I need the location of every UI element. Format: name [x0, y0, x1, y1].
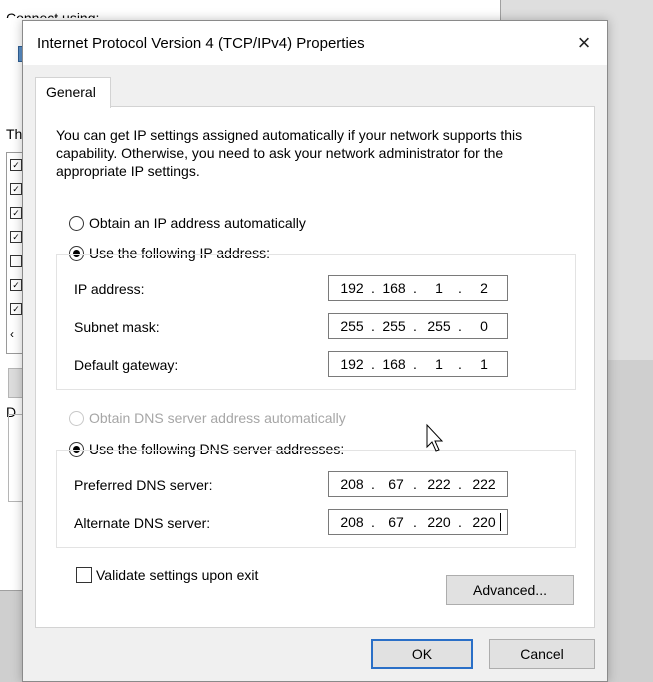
subnet-mask-label: Subnet mask:: [74, 319, 160, 335]
radio-obtain-dns-auto[interactable]: Obtain DNS server address automatically: [69, 410, 346, 426]
alternate-dns-field[interactable]: 208 . 67 . 220 . 220: [328, 509, 508, 535]
scroll-left-icon: ‹: [10, 327, 14, 341]
ip-settings-group: IP address: 192 . 168 . 1 . 2 Subnet mas…: [56, 254, 576, 390]
title-bar: Internet Protocol Version 4 (TCP/IPv4) P…: [23, 21, 607, 65]
radio-obtain-ip-auto-label: Obtain an IP address automatically: [89, 215, 306, 231]
bg-checkbox: ✓: [10, 303, 22, 315]
bg-checkbox: ✓: [10, 159, 22, 171]
default-gateway-field[interactable]: 192 . 168 . 1 . 1: [328, 351, 508, 377]
cancel-button[interactable]: Cancel: [489, 639, 595, 669]
bg-checkbox: ✓: [10, 207, 22, 219]
subnet-mask-field[interactable]: 255 . 255 . 255 . 0: [328, 313, 508, 339]
alternate-dns-label: Alternate DNS server:: [74, 515, 211, 531]
validate-settings-label: Validate settings upon exit: [96, 567, 259, 583]
bg-this-connection-text: Th: [6, 126, 23, 142]
default-gateway-label: Default gateway:: [74, 357, 179, 373]
close-icon[interactable]: ×: [561, 21, 607, 65]
radio-icon[interactable]: [69, 215, 84, 231]
checkbox-icon[interactable]: [76, 567, 92, 583]
advanced-button[interactable]: Advanced...: [446, 575, 574, 605]
tab-general-label: General: [46, 84, 96, 100]
description-text: You can get IP settings assigned automat…: [56, 127, 523, 179]
text-caret: [500, 513, 501, 531]
validate-settings-checkbox[interactable]: Validate settings upon exit: [76, 567, 258, 583]
radio-disabled-icon[interactable]: [69, 410, 84, 426]
preferred-dns-field[interactable]: 208 . 67 . 222 . 222: [328, 471, 508, 497]
bg-checkbox: ✓: [10, 231, 22, 243]
preferred-dns-label: Preferred DNS server:: [74, 477, 213, 493]
dialog-title: Internet Protocol Version 4 (TCP/IPv4) P…: [37, 35, 365, 52]
bg-checkbox: ✓: [10, 183, 22, 195]
ipv4-properties-dialog: Internet Protocol Version 4 (TCP/IPv4) P…: [22, 20, 608, 682]
dns-settings-group: Preferred DNS server: 208 . 67 . 222 . 2…: [56, 450, 576, 548]
bg-checkbox-empty: [10, 255, 22, 267]
ip-address-field[interactable]: 192 . 168 . 1 . 2: [328, 275, 508, 301]
radio-obtain-dns-auto-label: Obtain DNS server address automatically: [89, 410, 346, 426]
bg-checkbox: ✓: [10, 279, 22, 291]
general-tab-panel: You can get IP settings assigned automat…: [35, 106, 595, 628]
ip-address-label: IP address:: [74, 281, 145, 297]
tab-general[interactable]: General: [35, 77, 111, 108]
mouse-pointer-icon: [426, 423, 444, 452]
ok-button[interactable]: OK: [371, 639, 473, 669]
radio-obtain-ip-auto[interactable]: Obtain an IP address automatically: [69, 215, 306, 231]
